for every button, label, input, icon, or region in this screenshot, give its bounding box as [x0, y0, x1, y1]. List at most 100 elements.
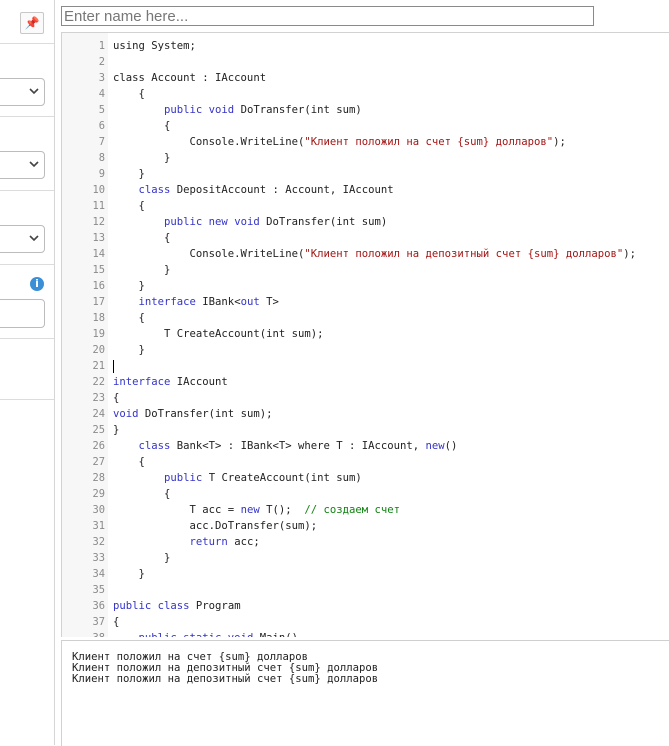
- code-text: {: [113, 390, 119, 406]
- code-line[interactable]: 7 Console.WriteLine("Клиент положил на с…: [62, 134, 669, 150]
- code-line[interactable]: 15 }: [62, 262, 669, 278]
- output-line: Клиент положил на депозитный счет {sum} …: [72, 673, 379, 685]
- code-line[interactable]: 8 }: [62, 150, 669, 166]
- code-line[interactable]: 27 {: [62, 454, 669, 470]
- code-line[interactable]: 22 interface IAccount: [62, 374, 669, 390]
- line-number: 1: [98, 40, 105, 52]
- line-number: 22: [92, 376, 105, 388]
- code-line[interactable]: 17 interface IBank<out T>: [62, 294, 669, 310]
- code-text: Console.WriteLine("Клиент положил на сче…: [113, 134, 566, 150]
- info-icon[interactable]: i: [30, 277, 44, 291]
- code-text: {: [113, 486, 170, 502]
- text-cursor: [113, 360, 114, 373]
- code-line[interactable]: 31 acc.DoTransfer(sum);: [62, 518, 669, 534]
- code-text: }: [113, 150, 170, 166]
- chevron-down-icon: [28, 157, 40, 171]
- code-line[interactable]: 18 {: [62, 310, 669, 326]
- code-line[interactable]: 11 {: [62, 198, 669, 214]
- code-token: T CreateAccount(int sum): [202, 472, 362, 484]
- code-line[interactable]: 19 T CreateAccount(int sum);: [62, 326, 669, 342]
- code-line[interactable]: 16 }: [62, 278, 669, 294]
- code-token: "Клиент положил на депозитный счет {sum}…: [304, 248, 624, 260]
- code-line[interactable]: 6 {: [62, 118, 669, 134]
- code-line[interactable]: 26 class Bank<T> : IBank<T> where T : IA…: [62, 438, 669, 454]
- code-token: {: [113, 88, 145, 100]
- code-line[interactable]: 12 public new void DoTransfer(int sum): [62, 214, 669, 230]
- code-text: public new void DoTransfer(int sum): [113, 214, 387, 230]
- code-line[interactable]: 1 using System;: [62, 38, 669, 54]
- line-number: 24: [92, 408, 105, 420]
- code-token: {: [113, 616, 120, 628]
- code-token: }: [113, 280, 145, 292]
- code-token: }: [113, 152, 171, 164]
- code-line[interactable]: 23 {: [62, 390, 669, 406]
- line-number: 36: [92, 600, 105, 612]
- code-text: public void DoTransfer(int sum): [113, 102, 362, 118]
- code-line[interactable]: 14 Console.WriteLine("Клиент положил на …: [62, 246, 669, 262]
- code-token: {: [113, 392, 120, 404]
- code-line[interactable]: 37 {: [62, 614, 669, 630]
- code-token: }: [113, 424, 120, 436]
- code-line[interactable]: 2: [62, 54, 669, 70]
- line-number: 27: [92, 456, 105, 468]
- divider: [0, 264, 54, 265]
- code-line[interactable]: 33 }: [62, 550, 669, 566]
- select-dropdown-1[interactable]: [0, 78, 45, 106]
- name-input[interactable]: [61, 6, 594, 26]
- code-line[interactable]: 32 return acc;: [62, 534, 669, 550]
- code-line[interactable]: 4 {: [62, 86, 669, 102]
- code-editor[interactable]: 1 using System; 2 3 class Account : IAccount…: [61, 32, 669, 637]
- code-line[interactable]: 25}: [62, 422, 669, 438]
- code-token: Main(): [253, 632, 298, 637]
- line-number: 11: [92, 200, 105, 212]
- code-line[interactable]: 35: [62, 582, 669, 598]
- code-line[interactable]: 20 }: [62, 342, 669, 358]
- code-line[interactable]: 9 }: [62, 166, 669, 182]
- code-text: {: [113, 86, 145, 102]
- code-line[interactable]: 38 public static void Main(): [62, 630, 669, 637]
- code-text: public static void Main(): [113, 630, 298, 637]
- code-line[interactable]: 30 T acc = new T(); // создаем счет: [62, 502, 669, 518]
- code-token: );: [553, 136, 566, 148]
- code-line[interactable]: 10 class DepositAccount : Account, IAcco…: [62, 182, 669, 198]
- line-number: 15: [92, 264, 105, 276]
- code-line[interactable]: 13 {: [62, 230, 669, 246]
- code-line[interactable]: 5 public void DoTransfer(int sum): [62, 102, 669, 118]
- code-text: using System;: [113, 38, 196, 54]
- divider: [0, 399, 54, 400]
- code-token: Bank<T> : IBank<T> where T : IAccount,: [170, 440, 426, 452]
- line-number: 3: [98, 72, 105, 84]
- line-number: 8: [98, 152, 105, 164]
- code-token: void: [113, 408, 139, 420]
- code-line[interactable]: 24 void DoTransfer(int sum);: [62, 406, 669, 422]
- code-token: T acc =: [113, 504, 241, 516]
- code-token: new: [425, 440, 445, 452]
- code-line[interactable]: 36 public class Program: [62, 598, 669, 614]
- line-number: 5: [98, 104, 105, 116]
- code-token: IBank<: [195, 296, 241, 308]
- pin-button[interactable]: 📌: [20, 12, 44, 34]
- line-number: 25: [92, 424, 105, 436]
- select-dropdown-3[interactable]: [0, 225, 45, 253]
- code-line[interactable]: 34 }: [62, 566, 669, 582]
- code-token: public new void: [164, 216, 260, 228]
- line-number: 35: [92, 584, 105, 596]
- code-line[interactable]: 28 public T CreateAccount(int sum): [62, 470, 669, 486]
- code-token: "Клиент положил на счет {sum} долларов": [304, 136, 554, 148]
- line-number: 21: [92, 360, 105, 372]
- code-token: DoTransfer(int sum): [234, 104, 362, 116]
- select-dropdown-2[interactable]: [0, 151, 45, 179]
- line-number: 4: [98, 88, 105, 100]
- line-number: 10: [92, 184, 105, 196]
- code-text: void DoTransfer(int sum);: [113, 406, 272, 422]
- code-token: // создаем счет: [304, 504, 401, 516]
- code-line[interactable]: 21: [62, 358, 669, 374]
- line-number: 20: [92, 344, 105, 356]
- code-line[interactable]: 29 {: [62, 486, 669, 502]
- text-field[interactable]: [0, 299, 45, 328]
- code-line[interactable]: 3 class Account : IAccount: [62, 70, 669, 86]
- code-text: }: [113, 262, 170, 278]
- code-token: Console.WriteLine(: [113, 136, 305, 148]
